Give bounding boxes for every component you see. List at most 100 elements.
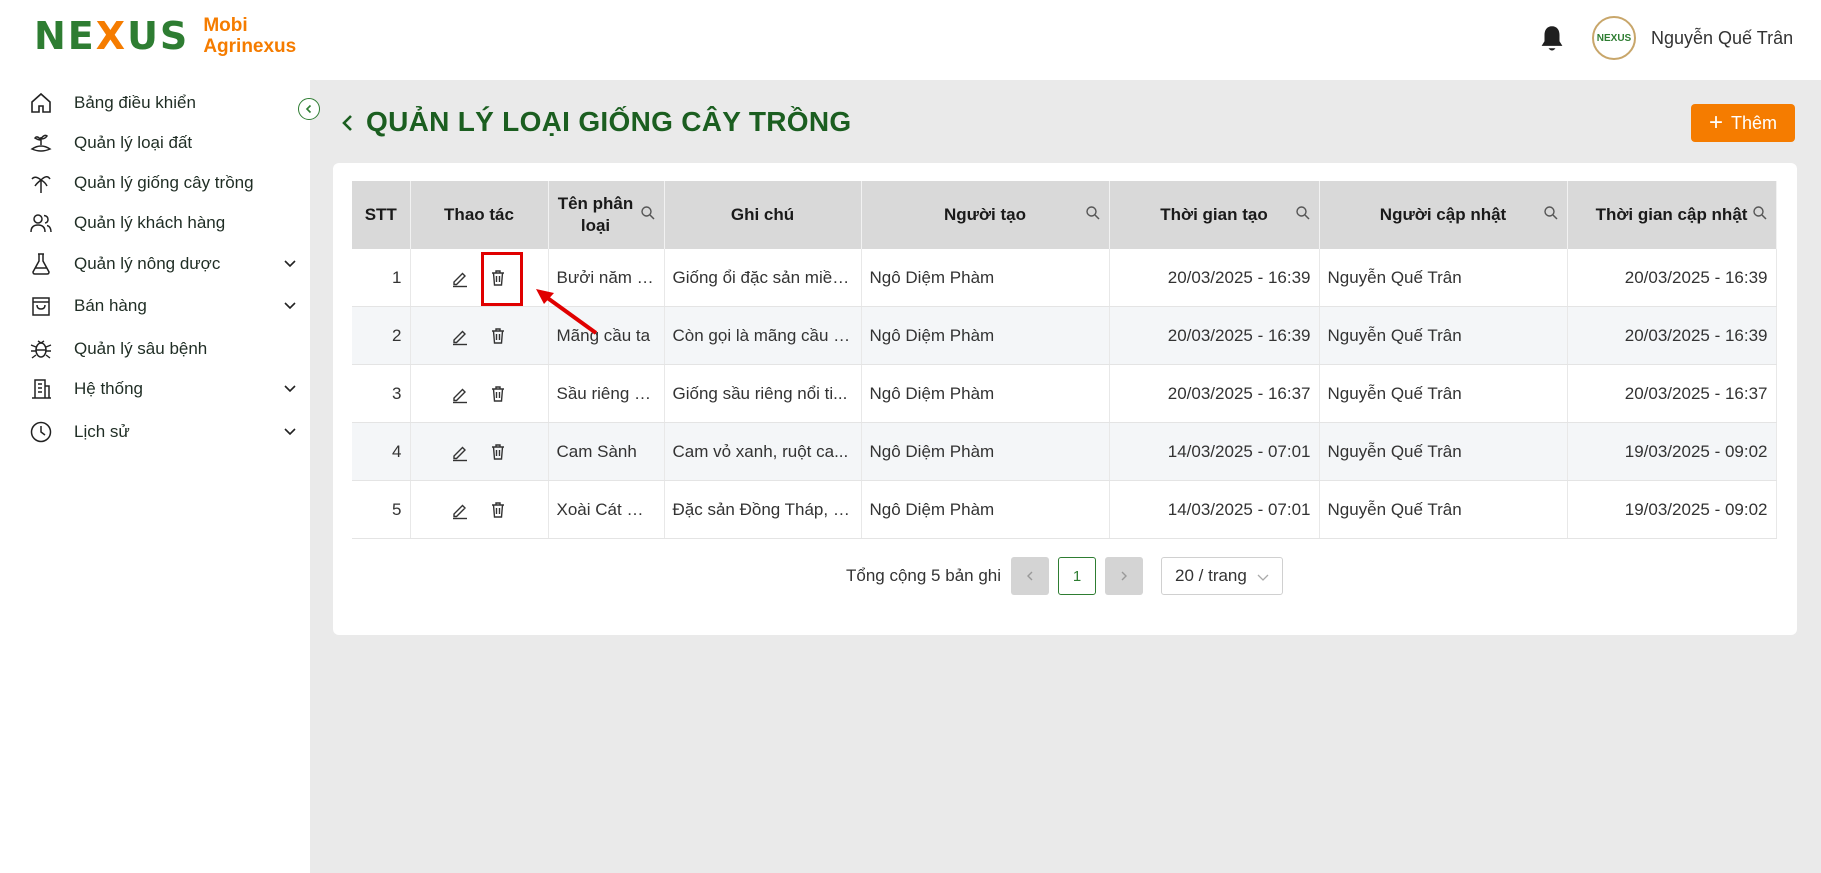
chevron-down-icon xyxy=(1257,574,1269,581)
collapse-sidebar-button[interactable] xyxy=(298,98,320,120)
add-button-label: Thêm xyxy=(1731,112,1778,133)
delete-icon[interactable] xyxy=(488,442,508,462)
sidebar-item-pests[interactable]: Quản lý sâu bệnh xyxy=(28,332,298,366)
page-size-select[interactable]: 20 / trang xyxy=(1161,557,1284,595)
search-icon[interactable] xyxy=(1085,205,1101,221)
cell-name: Cam Sành xyxy=(548,422,665,481)
cell-stt: 1 xyxy=(352,249,411,307)
delete-icon[interactable] xyxy=(488,326,508,346)
cell-updated-at: 20/03/2025 - 16:37 xyxy=(1567,364,1777,423)
cell-creator: Ngô Diệm Phàm xyxy=(861,422,1110,481)
column-header-created-at[interactable]: Thời gian tạo xyxy=(1109,181,1320,249)
logo-line-2: Agrinexus xyxy=(203,36,297,57)
cell-created-at: 20/03/2025 - 16:37 xyxy=(1109,364,1320,423)
top-header: NEXUS Mobi Agrinexus NEXUS Nguyễn Quế Tr… xyxy=(0,0,1821,80)
cell-updated-at: 19/03/2025 - 09:02 xyxy=(1567,422,1777,481)
column-header-label: Tên phân loại xyxy=(557,194,634,235)
sidebar-item-soil[interactable]: Quản lý loại đất xyxy=(28,126,298,160)
column-header-creator[interactable]: Người tạo xyxy=(861,181,1110,249)
edit-icon[interactable] xyxy=(450,268,470,288)
sidebar-item-sales[interactable]: Bán hàng xyxy=(28,289,298,323)
table-header-row: STT Thao tác Tên phân loại Ghi chú Người… xyxy=(352,181,1777,249)
cell-actions xyxy=(410,306,549,365)
cell-name: Sầu riêng Ri6 xyxy=(548,364,665,423)
user-name[interactable]: Nguyễn Quế Trân xyxy=(1651,28,1793,49)
sidebar-item-system[interactable]: Hệ thống xyxy=(28,372,298,406)
building-icon xyxy=(28,376,54,402)
shopping-bag-icon xyxy=(28,293,54,319)
edit-icon[interactable] xyxy=(450,500,470,520)
cell-actions xyxy=(410,364,549,423)
delete-highlight-box xyxy=(481,252,523,306)
cell-actions xyxy=(410,249,549,307)
sidebar-item-dashboard[interactable]: Bảng điều khiển xyxy=(28,86,298,120)
cell-created-at: 14/03/2025 - 07:01 xyxy=(1109,480,1320,539)
sidebar-item-history[interactable]: Lịch sử xyxy=(28,415,298,449)
delete-icon[interactable] xyxy=(488,500,508,520)
app-logo[interactable]: NEXUS Mobi Agrinexus xyxy=(34,14,296,58)
next-page-button[interactable] xyxy=(1105,557,1144,595)
cell-name: Xoài Cát Chu xyxy=(548,480,665,539)
column-header-updater[interactable]: Người cập nhật xyxy=(1319,181,1568,249)
cell-updater: Nguyễn Quế Trân xyxy=(1319,480,1568,539)
cell-note: Cam vỏ xanh, ruột ca... xyxy=(664,422,862,481)
sidebar-item-pesticides[interactable]: Quản lý nông dược xyxy=(28,247,298,281)
cell-creator: Ngô Diệm Phàm xyxy=(861,480,1110,539)
chevron-left-icon xyxy=(305,104,312,114)
crop-variety-table: STT Thao tác Tên phân loại Ghi chú Người… xyxy=(352,181,1777,539)
column-header-actions: Thao tác xyxy=(410,181,549,249)
avatar-logo: NEXUS xyxy=(1596,32,1632,44)
cell-stt: 4 xyxy=(352,422,411,481)
search-icon[interactable] xyxy=(1295,205,1311,221)
bug-icon xyxy=(28,336,54,362)
home-icon xyxy=(28,90,54,116)
cell-note: Giống ổi đặc sản miền... xyxy=(664,249,862,307)
sidebar-item-crop-varieties[interactable]: Quản lý giống cây trồng xyxy=(28,166,298,200)
delete-icon[interactable] xyxy=(488,384,508,404)
clock-icon xyxy=(28,419,54,445)
column-header-label: Người tạo xyxy=(943,205,1026,224)
table-row: 4 Cam Sành Cam vỏ xanh, ruột ca... Ngô Diệm… xyxy=(352,422,1777,481)
column-header-updated-at[interactable]: Thời gian cập nhật xyxy=(1567,181,1777,249)
flask-icon xyxy=(28,251,54,277)
cell-created-at: 20/03/2025 - 16:39 xyxy=(1109,249,1320,307)
sidebar-item-label: Hệ thống xyxy=(74,379,143,398)
back-arrow-icon[interactable] xyxy=(340,112,356,134)
pagination-total: Tổng cộng 5 bản ghi xyxy=(846,566,1002,585)
cell-updater: Nguyễn Quế Trân xyxy=(1319,422,1568,481)
soil-icon xyxy=(28,130,54,156)
cell-actions xyxy=(410,422,549,481)
pagination: Tổng cộng 5 bản ghi 1 20 / trang xyxy=(846,557,1284,595)
sidebar-item-label: Quản lý loại đất xyxy=(74,133,193,152)
cell-updated-at: 20/03/2025 - 16:39 xyxy=(1567,306,1777,365)
cell-creator: Ngô Diệm Phàm xyxy=(861,306,1110,365)
cell-updater: Nguyễn Quế Trân xyxy=(1319,306,1568,365)
palm-tree-icon xyxy=(28,170,54,196)
edit-icon[interactable] xyxy=(450,442,470,462)
cell-updater: Nguyễn Quế Trân xyxy=(1319,249,1568,307)
edit-icon[interactable] xyxy=(450,384,470,404)
chevron-down-icon xyxy=(284,302,296,310)
search-icon[interactable] xyxy=(640,205,656,221)
sidebar-item-label: Quản lý giống cây trồng xyxy=(74,173,254,192)
cell-stt: 5 xyxy=(352,480,411,539)
logo-text: Mobi Agrinexus xyxy=(203,15,296,57)
cell-creator: Ngô Diệm Phàm xyxy=(861,364,1110,423)
bell-icon[interactable] xyxy=(1538,24,1566,54)
annotation-arrow xyxy=(536,289,598,335)
column-header-stt: STT xyxy=(352,181,411,249)
search-icon[interactable] xyxy=(1543,205,1559,221)
prev-page-button[interactable] xyxy=(1011,557,1050,595)
page-number-button[interactable]: 1 xyxy=(1058,557,1097,595)
column-header-note: Ghi chú xyxy=(664,181,862,249)
edit-icon[interactable] xyxy=(450,326,470,346)
sidebar-item-customers[interactable]: Quản lý khách hàng xyxy=(28,206,298,240)
cell-creator: Ngô Diệm Phàm xyxy=(861,249,1110,307)
column-header-name[interactable]: Tên phân loại xyxy=(548,181,665,249)
cell-created-at: 14/03/2025 - 07:01 xyxy=(1109,422,1320,481)
add-button[interactable]: + Thêm xyxy=(1691,104,1795,142)
avatar[interactable]: NEXUS xyxy=(1592,16,1636,60)
cell-actions xyxy=(410,480,549,539)
cell-updated-at: 19/03/2025 - 09:02 xyxy=(1567,480,1777,539)
search-icon[interactable] xyxy=(1752,205,1768,221)
